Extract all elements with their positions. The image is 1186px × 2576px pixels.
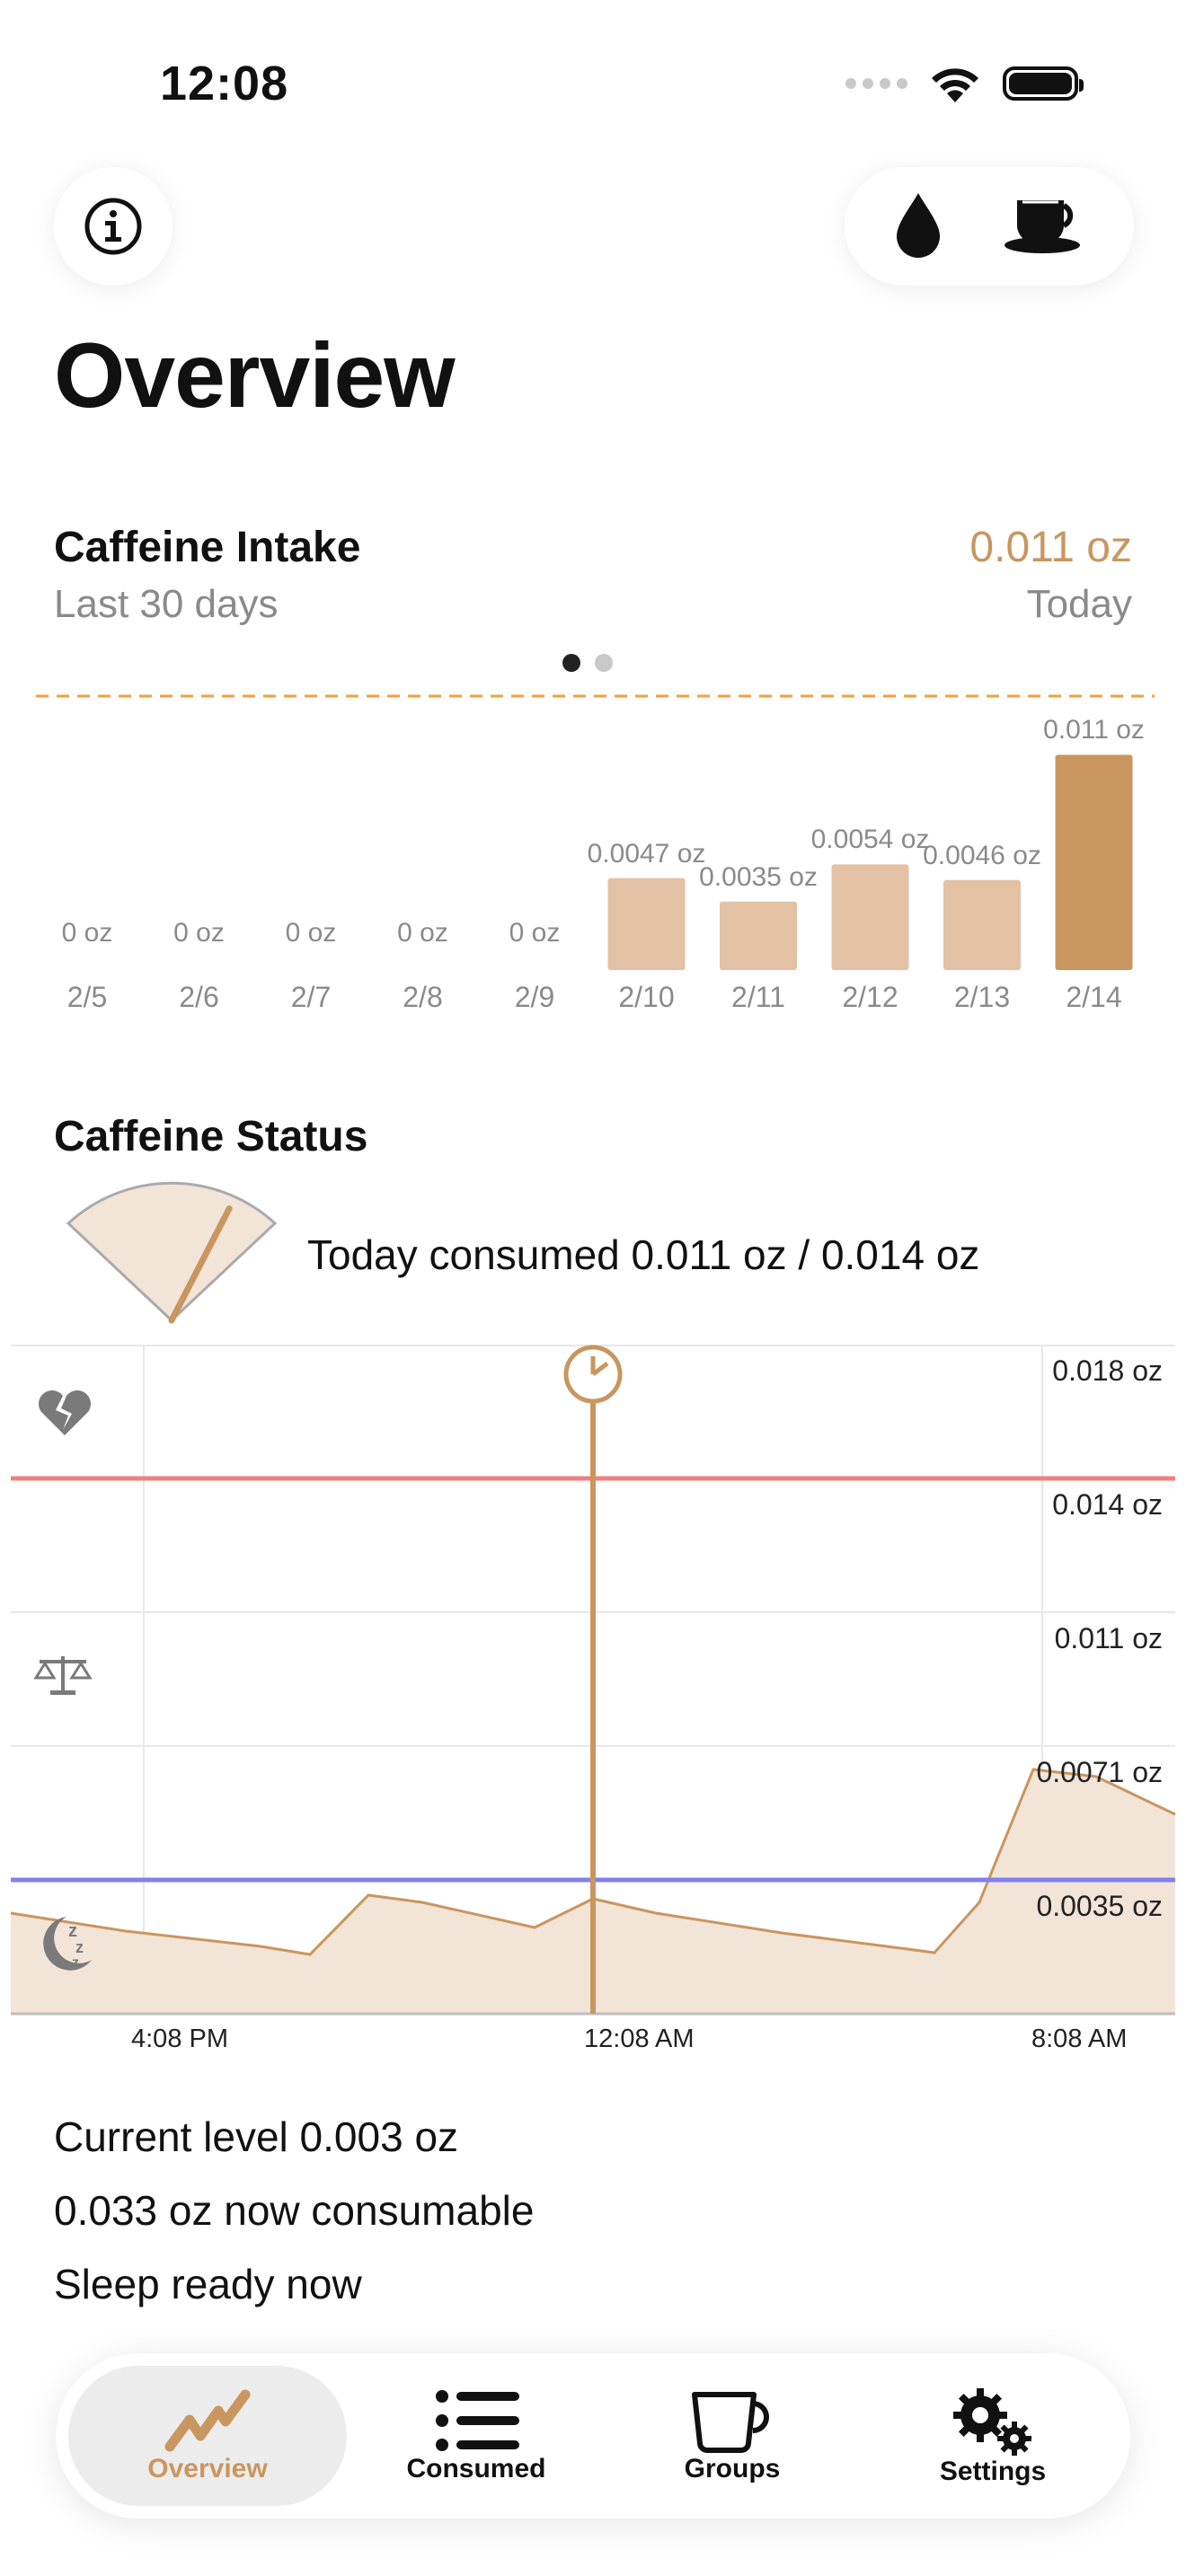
y-tick-label: 0.0071 oz <box>1036 1756 1163 1788</box>
gears-icon <box>953 2388 1031 2456</box>
tab-consumed[interactable]: Consumed <box>350 2353 602 2519</box>
tab-label: Overview <box>147 2454 268 2483</box>
bar-date-label: 2/13 <box>953 981 1011 1013</box>
bar-value-label: 0 oz <box>509 918 561 948</box>
bar-date-label: 2/12 <box>842 981 898 1013</box>
x-tick-label: 4:08 PM <box>131 2025 228 2053</box>
bar-value-label: 0.0035 oz <box>699 861 818 892</box>
bar-2/11[interactable] <box>720 901 797 970</box>
broken-heart-icon <box>39 1390 91 1435</box>
tab-bar: Overview Consumed Groups Settings <box>56 2353 1130 2519</box>
intake-bar-chart <box>36 694 1155 970</box>
clock-icon <box>563 1345 623 1404</box>
bar-date-label: 2/7 <box>290 981 332 1013</box>
tab-settings[interactable]: Settings <box>863 2353 1123 2519</box>
bar-date-label: 2/10 <box>618 981 675 1013</box>
chart-icon <box>164 2389 251 2452</box>
tab-label: Consumed <box>406 2454 546 2483</box>
bar-value-label: 0.0046 oz <box>923 840 1041 870</box>
status-area-chart: z z z <box>10 1345 1176 2016</box>
svg-text:z: z <box>75 1938 84 1956</box>
x-tick-label: 8:08 AM <box>1031 2025 1128 2053</box>
bar-date-label: 2/6 <box>179 981 219 1013</box>
today-consumed-text: Today consumed 0.011 oz / 0.014 oz <box>307 1231 980 1278</box>
y-tick-label: 0.011 oz <box>1054 1622 1163 1654</box>
bar-2/13[interactable] <box>943 879 1021 970</box>
status-title: Caffeine Status <box>54 1113 368 1160</box>
tab-overview[interactable]: Overview <box>68 2353 347 2519</box>
balance-scale-icon <box>33 1656 93 1695</box>
bar-2/10[interactable] <box>607 878 686 970</box>
bar-2/14[interactable] <box>1055 754 1133 970</box>
y-tick-label: 0.0035 oz <box>1036 1890 1163 1922</box>
tab-label: Groups <box>684 2454 781 2483</box>
gauge-dial <box>66 1181 278 1323</box>
list-icon <box>436 2390 519 2451</box>
y-tick-label: 0.014 oz <box>1052 1488 1163 1521</box>
bar-date-label: 2/14 <box>1066 981 1122 1013</box>
bar-date-label: 2/11 <box>731 981 785 1013</box>
svg-text:z: z <box>72 1955 79 1971</box>
x-tick-label: 12:08 AM <box>584 2025 695 2053</box>
cup-icon <box>692 2392 769 2453</box>
current-level-text: Current level 0.003 oz <box>54 2113 459 2160</box>
tab-label: Settings <box>939 2457 1047 2486</box>
bar-value-label: 0.011 oz <box>1043 715 1145 745</box>
bar-2/12[interactable] <box>831 864 909 970</box>
consumable-text: 0.033 oz now consumable <box>54 2187 535 2234</box>
bar-date-label: 2/5 <box>66 981 108 1013</box>
bar-date-label: 2/9 <box>514 981 555 1013</box>
sleep-ready-text: Sleep ready now <box>54 2261 362 2307</box>
tab-groups[interactable]: Groups <box>602 2353 863 2519</box>
caffeine-gauge <box>66 1181 278 1324</box>
bar-date-label: 2/8 <box>403 981 443 1013</box>
y-tick-label: 0.018 oz <box>1052 1354 1163 1387</box>
